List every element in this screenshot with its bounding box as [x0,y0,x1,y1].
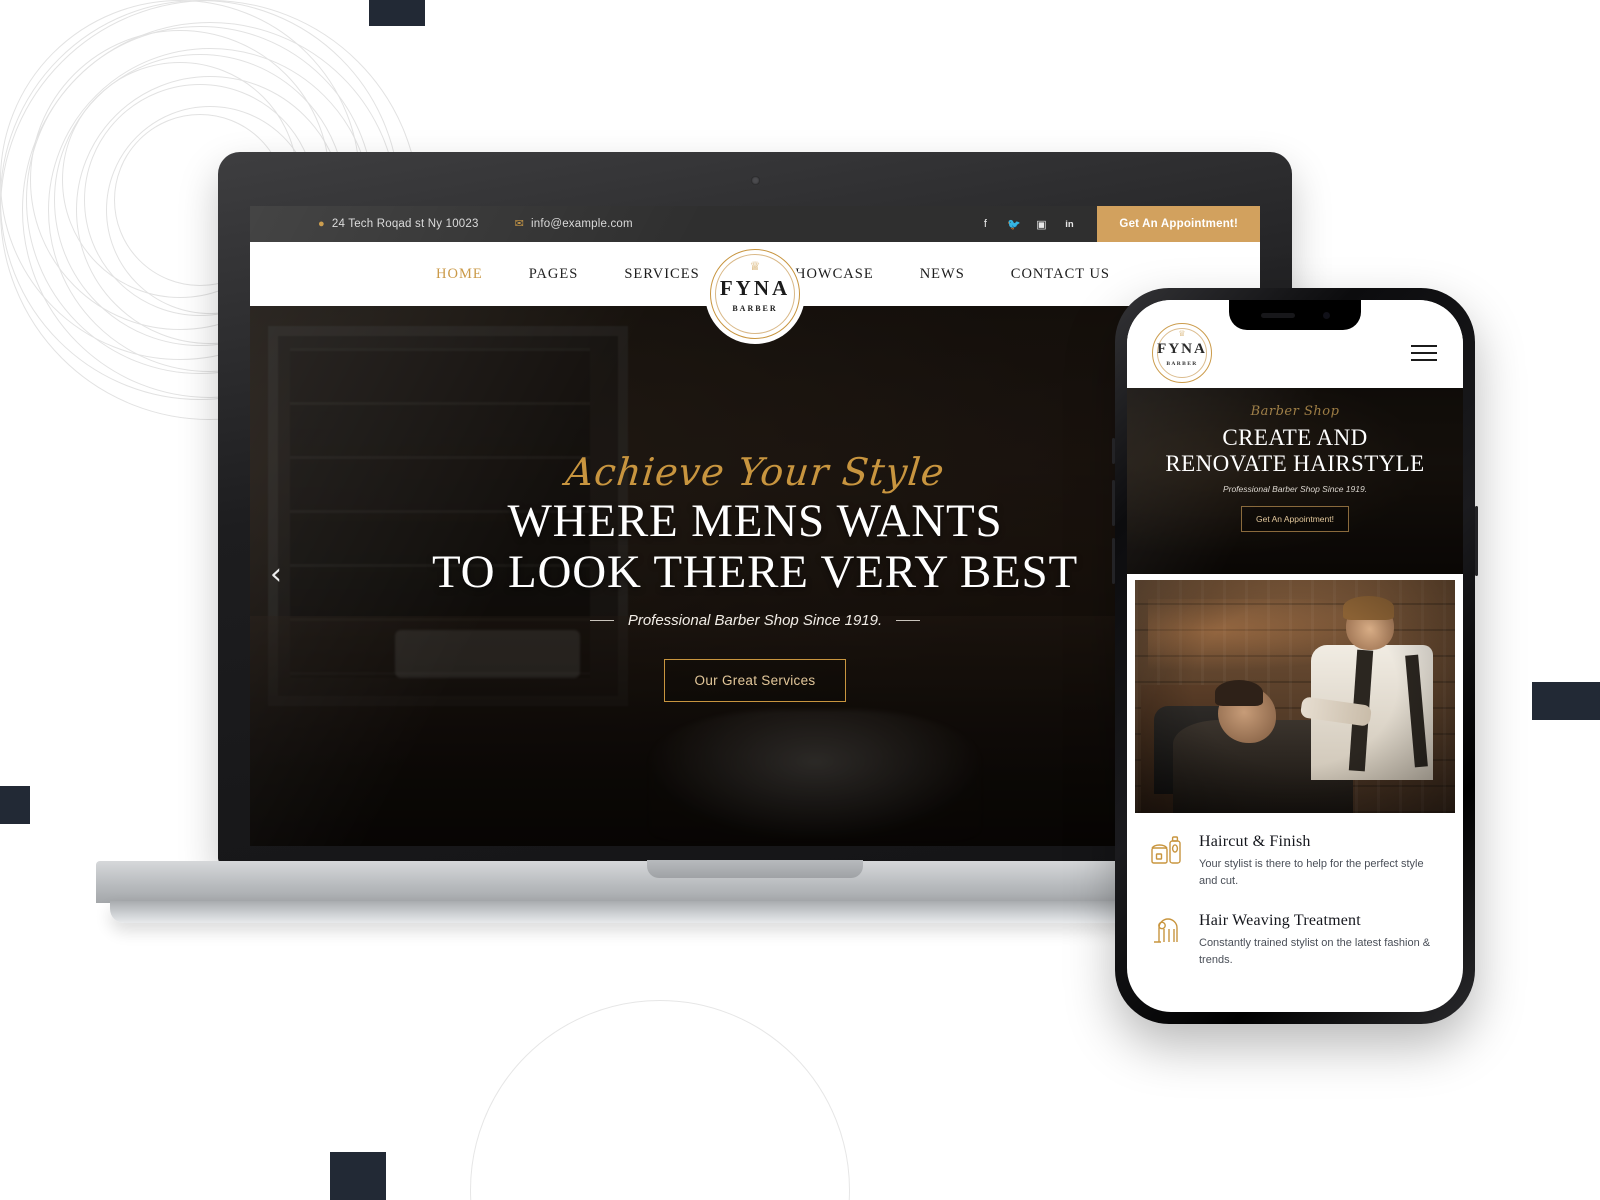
desktop-website: ● 24 Tech Roqad st Ny 10023 ✉ info@examp… [250,206,1260,846]
mobile-hero-headline: CREATE AND RENOVATE HAIRSTYLE [1127,425,1463,477]
nav-right-group: SHOWCASE NEWS CONTACT US [786,242,1110,306]
crown-icon: ♕ [749,259,761,273]
mobile-crown-icon: ♕ [1178,329,1186,338]
hamburger-bar-2 [1411,352,1437,354]
email-info[interactable]: ✉ info@example.com [515,218,633,230]
hero-script-text: Achieve Your Style [563,449,947,494]
decor-square-top [369,0,425,26]
divider-left [589,620,614,622]
our-great-services-button[interactable]: Our Great Services [663,659,847,703]
mobile-hero-content: Barber Shop CREATE AND RENOVATE HAIRSTYL… [1127,388,1463,533]
hair-weaving-icon [1149,912,1185,948]
logo-name: FYNA [719,276,791,300]
mobile-hero: Barber Shop CREATE AND RENOVATE HAIRSTYL… [1127,388,1463,574]
hamburger-bar-1 [1411,345,1437,347]
topbar-right-group: f 🐦 ▣ in Get An Appointment! [979,206,1260,242]
hamburger-bar-3 [1411,359,1437,361]
linkedin-icon[interactable]: in [1063,219,1075,230]
mobile-services-list: Haircut & Finish Your stylist is there t… [1127,813,1463,969]
laptop-camera-icon [750,176,760,185]
mockup-canvas: ● 24 Tech Roqad st Ny 10023 ✉ info@examp… [0,0,1600,1200]
phone-volume-down-button[interactable] [1112,538,1115,584]
mobile-hero-photo [1135,580,1455,813]
phone-volume-up-button[interactable] [1112,480,1115,526]
desktop-topbar: ● 24 Tech Roqad st Ny 10023 ✉ info@examp… [250,206,1260,242]
address-text: 24 Tech Roqad st Ny 10023 [331,218,479,230]
nav-item-news[interactable]: NEWS [920,266,965,283]
mobile-logo-tagline: BARBER [1166,361,1198,367]
service-title: Haircut & Finish [1199,833,1311,850]
nav-item-pages[interactable]: PAGES [529,266,579,283]
decor-ring-bottom-center [470,1000,850,1200]
desktop-hero: Achieve Your Style WHERE MENS WANTS TO L… [250,306,1260,846]
decor-square-left [0,786,30,824]
mobile-logo-badge: ♕ FYNA BARBER [1149,320,1215,386]
divider-right [896,620,921,622]
location-pin-icon: ● [318,217,325,230]
nav-item-contact-us[interactable]: CONTACT US [1011,266,1110,283]
phone-mockup: ♕ FYNA BARBER Barber Shop CREATE AND REN… [1112,288,1478,1024]
envelope-icon: ✉ [514,217,524,230]
logo-tagline: BARBER [732,304,778,313]
flickr-icon[interactable]: ▣ [1035,218,1047,231]
nav-item-home[interactable]: HOME [436,266,483,283]
hero-subtitle: Professional Barber Shop Since 1919. [627,612,883,630]
service-title: Hair Weaving Treatment [1199,912,1361,930]
facebook-icon[interactable]: f [979,218,991,230]
hero-content: Achieve Your Style WHERE MENS WANTS TO L… [250,306,1260,846]
service-description: Constantly trained stylist on the latest… [1199,937,1431,967]
service-item-haircut-finish[interactable]: Haircut & Finish Your stylist is there t… [1149,833,1441,890]
hero-subtitle-row: Professional Barber Shop Since 1919. [589,612,921,630]
mobile-site-logo[interactable]: ♕ FYNA BARBER [1149,320,1215,386]
phone-camera-icon [1322,311,1330,319]
hair-products-icon [1149,833,1185,869]
site-logo[interactable]: ♕ FYNA BARBER [703,246,807,350]
phone-notch [1229,300,1361,330]
mobile-hero-headline-line1: CREATE AND [1222,425,1368,450]
chevron-left-icon[interactable]: ‹ [270,560,282,590]
mobile-hero-script-text: Barber Shop [1250,404,1340,419]
service-item-hair-weaving[interactable]: Hair Weaving Treatment Constantly traine… [1149,912,1441,969]
desktop-navbar: HOME PAGES SERVICES SHOWCASE NEWS CONTAC… [250,242,1260,344]
get-appointment-button[interactable]: Get An Appointment! [1097,206,1260,242]
nav-left-group: HOME PAGES SERVICES [436,242,700,306]
address-info: ● 24 Tech Roqad st Ny 10023 [318,218,479,230]
service-text-block: Hair Weaving Treatment Constantly traine… [1199,912,1441,969]
phone-body: ♕ FYNA BARBER Barber Shop CREATE AND REN… [1112,288,1478,1024]
photo-vignette [1135,580,1455,813]
laptop-screen: ● 24 Tech Roqad st Ny 10023 ✉ info@examp… [250,206,1260,846]
decor-square-right [1532,682,1600,720]
email-text: info@example.com [531,218,633,230]
hero-headline: WHERE MENS WANTS TO LOOK THERE VERY BEST [432,494,1078,598]
mobile-hero-headline-line2: RENOVATE HAIRSTYLE [1165,451,1425,477]
service-text-block: Haircut & Finish Your stylist is there t… [1199,833,1441,890]
mobile-get-appointment-button[interactable]: Get An Appointment! [1241,506,1349,533]
laptop-trackpad-notch [647,860,863,878]
phone-power-button[interactable] [1475,506,1478,576]
mobile-logo-name: FYNA [1157,341,1207,357]
hamburger-menu-icon[interactable] [1411,345,1437,361]
phone-screen: ♕ FYNA BARBER Barber Shop CREATE AND REN… [1127,300,1463,1012]
twitter-icon[interactable]: 🐦 [1007,218,1021,231]
service-description: Your stylist is there to help for the pe… [1199,858,1424,888]
social-links: f 🐦 ▣ in [979,218,1097,231]
hero-headline-line2: TO LOOK THERE VERY BEST [432,546,1078,598]
mobile-hero-subtitle: Professional Barber Shop Since 1919. [1222,484,1368,495]
logo-badge: ♕ FYNA BARBER [707,246,803,342]
decor-square-bottom [330,1152,386,1200]
hero-headline-line1: WHERE MENS WANTS [507,494,1003,547]
nav-item-services[interactable]: SERVICES [624,266,699,283]
phone-mute-switch[interactable] [1112,438,1115,464]
phone-speaker-icon [1260,312,1295,318]
